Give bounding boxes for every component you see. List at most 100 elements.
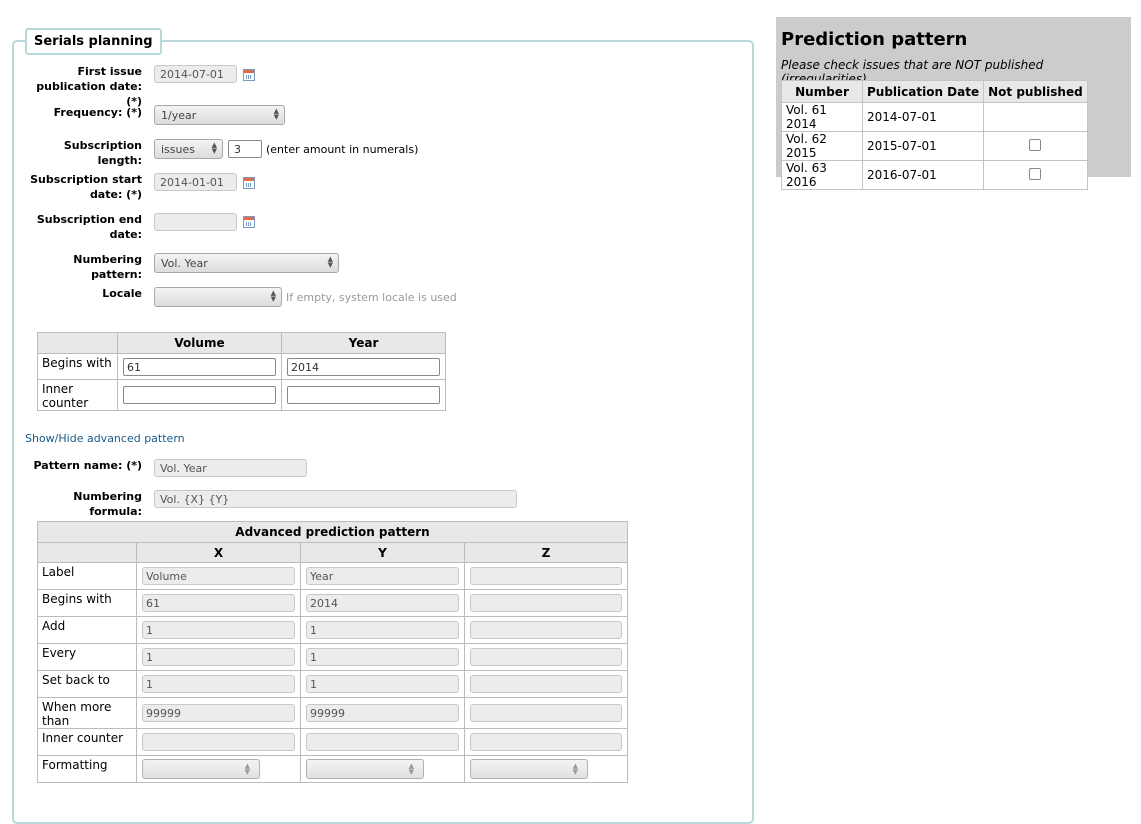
x-whenmore-input[interactable]: 99999 bbox=[142, 704, 295, 722]
select-arrows-icon: ▲ ▼ bbox=[211, 141, 217, 155]
prediction-header-number: Number bbox=[781, 80, 863, 103]
locale-select[interactable]: ▲ ▼ bbox=[154, 287, 282, 307]
advanced-header-x: X bbox=[136, 542, 301, 563]
table-row: Vol. 63 2016 2016-07-01 bbox=[781, 160, 1088, 190]
numbering-table-corner bbox=[37, 332, 118, 354]
calendar-icon[interactable] bbox=[243, 177, 255, 189]
numbering-pattern-label: Numbering pattern: bbox=[73, 253, 142, 281]
first-issue-date-input[interactable]: 2014-07-01 bbox=[154, 65, 237, 83]
prediction-pattern-panel: Prediction pattern Please check issues t… bbox=[776, 17, 1131, 190]
not-published-checkbox[interactable] bbox=[1029, 138, 1042, 151]
z-begins-input[interactable] bbox=[470, 594, 622, 612]
frequency-select[interactable]: 1/year ▲ ▼ bbox=[154, 105, 285, 125]
not-published-cell bbox=[983, 131, 1088, 161]
x-setback-input[interactable]: 1 bbox=[142, 675, 295, 693]
select-arrows-icon: ▲ ▼ bbox=[327, 255, 333, 269]
subscription-start-date-input[interactable]: 2014-01-01 bbox=[154, 173, 237, 191]
z-add-input[interactable] bbox=[470, 621, 622, 639]
subscription-length-input[interactable]: 3 bbox=[228, 140, 262, 158]
z-whenmore-input[interactable] bbox=[470, 704, 622, 722]
pattern-name-input[interactable]: Vol. Year bbox=[154, 459, 307, 477]
frequency-label: Frequency: (*) bbox=[53, 106, 142, 119]
locale-hint: If empty, system locale is used bbox=[286, 291, 457, 304]
advanced-row-label: Set back to bbox=[37, 670, 137, 698]
locale-label: Locale bbox=[102, 287, 142, 300]
prediction-table: Number Publication Date Not published Vo… bbox=[781, 80, 1088, 190]
y-whenmore-input[interactable]: 99999 bbox=[306, 704, 459, 722]
advanced-row-label: Inner counter bbox=[37, 728, 137, 756]
not-published-cell bbox=[983, 102, 1088, 132]
advanced-row-label: Every bbox=[37, 643, 137, 671]
advanced-row-label: Label bbox=[37, 562, 137, 590]
advanced-row-label: Formatting bbox=[37, 755, 137, 783]
issue-date: 2016-07-01 bbox=[861, 160, 985, 190]
subscription-length-note: (enter amount in numerals) bbox=[266, 143, 419, 156]
frequency-value: 1/year bbox=[161, 109, 197, 122]
z-inner-input[interactable] bbox=[470, 733, 622, 751]
numbering-header-volume: Volume bbox=[117, 332, 282, 354]
x-formatting-select[interactable]: ▲ ▼ bbox=[142, 759, 260, 779]
numbering-row-label: Begins with bbox=[37, 353, 118, 380]
subscription-end-label: Subscription end date: bbox=[36, 213, 142, 241]
numbering-pattern-value: Vol. Year bbox=[161, 257, 208, 270]
select-arrows-icon: ▲ ▼ bbox=[408, 762, 414, 776]
select-arrows-icon: ▲ ▼ bbox=[572, 762, 578, 776]
x-inner-input[interactable] bbox=[142, 733, 295, 751]
advanced-row-label: Begins with bbox=[37, 589, 137, 617]
pattern-name-label: Pattern name: (*) bbox=[33, 459, 142, 472]
subscription-start-label: Subscription start date: (*) bbox=[30, 173, 142, 201]
numbering-formula-label: Numbering formula: bbox=[73, 490, 142, 518]
advanced-row-label: When more than bbox=[37, 697, 137, 729]
z-label-input[interactable] bbox=[470, 567, 622, 585]
x-every-input[interactable]: 1 bbox=[142, 648, 295, 666]
toggle-advanced-pattern-link[interactable]: Show/Hide advanced pattern bbox=[25, 432, 185, 445]
table-row: Vol. 62 2015 2015-07-01 bbox=[781, 131, 1088, 161]
issue-number: Vol. 62 2015 bbox=[781, 131, 863, 161]
calendar-icon[interactable] bbox=[243, 69, 255, 81]
advanced-header-z: Z bbox=[464, 542, 628, 563]
x-add-input[interactable]: 1 bbox=[142, 621, 295, 639]
y-every-input[interactable]: 1 bbox=[306, 648, 459, 666]
advanced-header-y: Y bbox=[300, 542, 465, 563]
issue-number: Vol. 61 2014 bbox=[781, 102, 863, 132]
z-setback-input[interactable] bbox=[470, 675, 622, 693]
numbering-volume-begins-input[interactable]: 61 bbox=[123, 357, 276, 376]
x-label-input[interactable]: Volume bbox=[142, 567, 295, 585]
not-published-checkbox[interactable] bbox=[1029, 167, 1042, 180]
advanced-table-title: Advanced prediction pattern bbox=[37, 521, 628, 543]
y-formatting-select[interactable]: ▲ ▼ bbox=[306, 759, 424, 779]
z-every-input[interactable] bbox=[470, 648, 622, 666]
first-issue-label: First issue publication date: (*) bbox=[36, 65, 142, 108]
not-published-cell bbox=[983, 160, 1088, 190]
z-formatting-select[interactable]: ▲ ▼ bbox=[470, 759, 588, 779]
numbering-volume-inner-input[interactable] bbox=[123, 386, 276, 404]
numbering-year-begins-input[interactable]: 2014 bbox=[287, 357, 440, 376]
prediction-title: Prediction pattern bbox=[781, 29, 968, 50]
numbering-header-year: Year bbox=[281, 332, 446, 354]
advanced-pattern-table: Advanced prediction pattern X Y Z Label … bbox=[37, 521, 628, 783]
select-arrows-icon: ▲ ▼ bbox=[244, 762, 250, 776]
subscription-length-unit-select[interactable]: issues ▲ ▼ bbox=[154, 139, 223, 159]
numbering-table: Volume Year Begins with 61 2014 Inner co… bbox=[37, 332, 446, 411]
x-begins-input[interactable]: 61 bbox=[142, 594, 295, 612]
table-row: Vol. 61 2014 2014-07-01 bbox=[781, 102, 1088, 132]
advanced-row-label: Add bbox=[37, 616, 137, 644]
subscription-length-unit-value: issues bbox=[161, 143, 195, 156]
numbering-row-label: Inner counter bbox=[37, 379, 118, 411]
subscription-length-label: Subscription length: bbox=[63, 139, 142, 167]
y-label-input[interactable]: Year bbox=[306, 567, 459, 585]
advanced-table-corner bbox=[37, 542, 137, 563]
y-begins-input[interactable]: 2014 bbox=[306, 594, 459, 612]
y-setback-input[interactable]: 1 bbox=[306, 675, 459, 693]
calendar-icon[interactable] bbox=[243, 216, 255, 228]
numbering-pattern-select[interactable]: Vol. Year ▲ ▼ bbox=[154, 253, 339, 273]
subscription-end-date-input[interactable] bbox=[154, 213, 237, 231]
numbering-year-inner-input[interactable] bbox=[287, 386, 440, 404]
numbering-formula-input[interactable]: Vol. {X} {Y} bbox=[154, 490, 517, 508]
prediction-header-date: Publication Date bbox=[861, 80, 985, 103]
select-arrows-icon: ▲ ▼ bbox=[270, 289, 276, 303]
y-inner-input[interactable] bbox=[306, 733, 459, 751]
issue-number: Vol. 63 2016 bbox=[781, 160, 863, 190]
y-add-input[interactable]: 1 bbox=[306, 621, 459, 639]
issue-date: 2015-07-01 bbox=[861, 131, 985, 161]
